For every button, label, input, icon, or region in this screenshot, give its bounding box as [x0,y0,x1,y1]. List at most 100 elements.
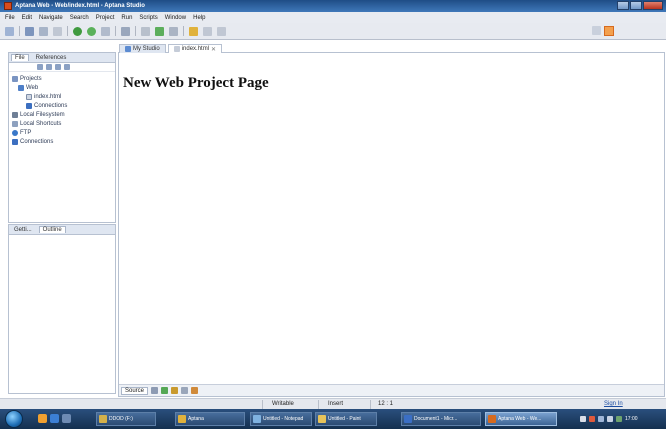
view-menu-icon[interactable] [55,64,61,70]
tree-item-projects[interactable]: Projects [12,74,115,83]
drive-icon [99,415,107,423]
menu-bar: File Edit Navigate Search Project Run Sc… [0,12,666,23]
save-all-icon[interactable] [39,26,48,36]
menu-edit[interactable]: Edit [22,15,32,21]
navigate-forward-icon[interactable] [217,26,226,36]
taskbar-item-aptana-web[interactable]: Aptana Web - We... [485,412,557,426]
preview-firefox-icon[interactable] [161,387,169,394]
tree-item-connections-root[interactable]: Connections [12,137,115,146]
tree-item-local-shortcuts[interactable]: Local Shortcuts [12,119,115,128]
tab-references[interactable]: References [33,55,70,61]
editor-footer: Source [119,384,664,396]
toolbar-separator [115,26,116,36]
close-tab-icon[interactable]: ✕ [211,46,216,53]
tab-my-studio[interactable]: My Studio [119,44,166,53]
menu-scripts[interactable]: Scripts [139,15,157,21]
preview-safari-icon[interactable] [181,387,189,394]
connections-icon [26,102,32,109]
status-bar: Writable Insert 12 : 1 Sign In [0,398,666,409]
update-icon[interactable] [616,416,622,422]
show-desktop-icon[interactable] [62,414,71,423]
menu-search[interactable]: Search [70,15,89,21]
perspective-switcher [592,26,614,36]
menu-run[interactable]: Run [121,15,132,21]
status-separator [318,400,319,409]
maximize-button[interactable] [630,1,642,10]
tree-item-local-filesystem[interactable]: Local Filesystem [12,110,115,119]
minimize-view-icon[interactable] [64,64,70,70]
taskbar-item-drive[interactable]: DDOD (F:) [96,412,156,426]
start-button[interactable] [5,410,23,428]
taskbar-item-paint[interactable]: Untitled - Paint [315,412,377,426]
outline-panel: Getti... Outline [8,224,116,394]
explorer-quick-launch-icon[interactable] [38,414,47,423]
windows-taskbar: DDOD (F:) Aptana Untitled - Notepad Unti… [0,409,666,429]
taskbar-item-notepad[interactable]: Untitled - Notepad [250,412,312,426]
toolbar-separator [19,26,20,36]
status-insert-mode: Insert [328,401,344,407]
shortcuts-icon [12,120,18,127]
close-button[interactable] [643,1,663,10]
menu-file[interactable]: File [5,15,15,21]
menu-navigate[interactable]: Navigate [39,15,63,21]
language-icon[interactable] [580,416,586,422]
window-controls [617,1,663,10]
search-icon[interactable] [121,26,130,36]
preview-icon[interactable] [155,26,164,36]
navigate-back-icon[interactable] [203,26,212,36]
aptana-perspective-icon[interactable] [604,26,614,36]
new-icon[interactable] [5,26,14,36]
project-tree: Projects Web index.html Connections Loca… [9,72,115,146]
tree-item-index-html[interactable]: index.html [12,92,115,101]
project-explorer-tabs: File References [9,53,115,63]
tab-getting-started[interactable]: Getti... [11,227,35,233]
external-tools-icon[interactable] [101,26,110,36]
window-title: Aptana Web - Web/index.html - Aptana Stu… [15,3,145,9]
security-icon[interactable] [589,416,595,422]
tab-outline[interactable]: Outline [38,226,66,233]
network-icon[interactable] [598,416,604,422]
page-heading: New Web Project Page [123,75,269,91]
sign-in-link[interactable]: Sign In [604,401,623,407]
tree-item-ftp[interactable]: FTP [12,128,115,137]
title-bar: Aptana Web - Web/index.html - Aptana Stu… [0,0,666,12]
word-icon [404,415,412,423]
system-tray: 17:00 [580,412,666,426]
run-icon[interactable] [73,26,82,36]
minimize-button[interactable] [617,1,629,10]
link-editor-icon[interactable] [46,64,52,70]
volume-icon[interactable] [607,416,613,422]
tab-source[interactable]: Source [121,386,149,395]
open-perspective-icon[interactable] [592,26,601,35]
preview-ie-icon[interactable] [171,387,179,394]
menu-help[interactable]: Help [193,15,205,21]
browser-icon[interactable] [141,26,150,36]
tab-index-html[interactable]: index.html ✕ [167,44,223,53]
tree-item-web[interactable]: Web [12,83,115,92]
filesystem-icon [12,111,18,118]
status-separator [262,400,263,409]
taskbar-item-word[interactable]: Document1 - Micr... [401,412,481,426]
menu-project[interactable]: Project [96,15,115,21]
preview-opera-icon[interactable] [191,387,199,394]
print-icon[interactable] [53,26,62,36]
tree-item-connections[interactable]: Connections [12,101,115,110]
clock[interactable]: 17:00 [625,416,638,422]
editor-area: My Studio index.html ✕ New Web Project P… [118,44,665,397]
split-view-icon[interactable] [151,387,159,394]
save-icon[interactable] [25,26,34,36]
new-file-icon[interactable] [169,26,178,36]
menu-window[interactable]: Window [165,15,186,21]
tab-file[interactable]: File [11,54,29,61]
ie-quick-launch-icon[interactable] [50,414,59,423]
debug-icon[interactable] [87,26,96,36]
aptana-app-icon [4,2,12,10]
status-cursor-position: 12 : 1 [378,401,394,407]
status-writable: Writable [272,401,294,407]
collapse-all-icon[interactable] [37,64,43,70]
web-project-icon [18,84,24,91]
taskbar-item-aptana-folder[interactable]: Aptana [175,412,245,426]
aptana-icon [488,415,496,423]
connections-icon [12,138,18,145]
folder-open-icon[interactable] [189,26,198,36]
